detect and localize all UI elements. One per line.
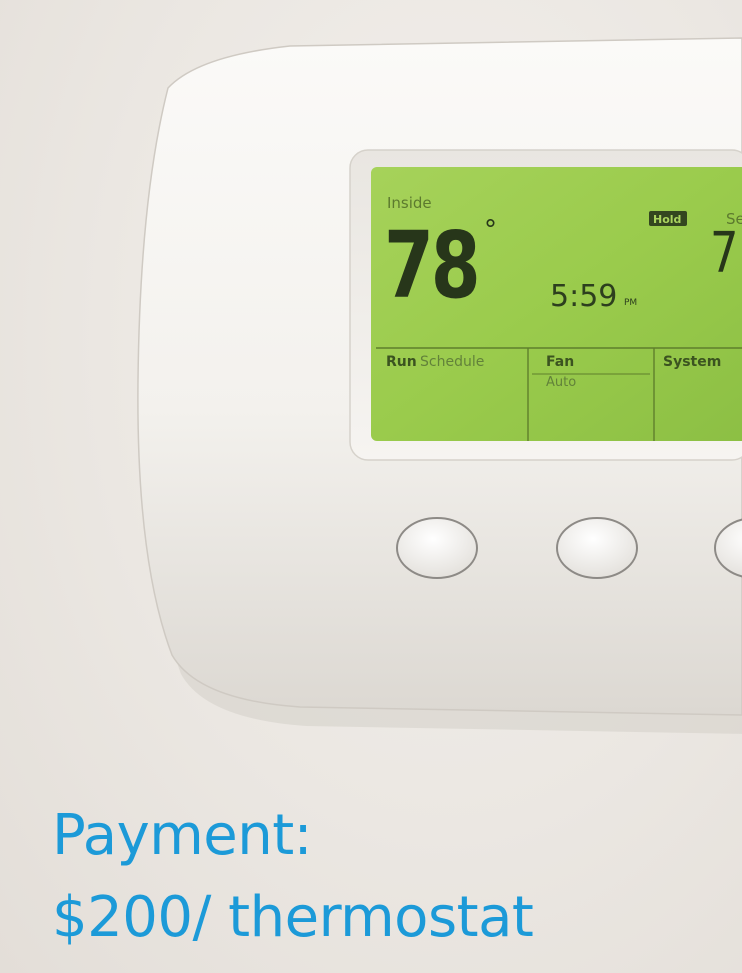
run-label: Run	[386, 354, 417, 370]
caption-line-2: $200/ thermostat	[52, 885, 534, 950]
system-label: System	[663, 354, 721, 370]
clock-pm: PM	[624, 298, 637, 308]
degree-symbol: °	[484, 215, 497, 245]
schedule-label: Schedule	[420, 354, 484, 370]
hold-badge-text: Hold	[653, 213, 681, 226]
inside-temperature: 78	[384, 212, 478, 319]
caption-line-1: Payment:	[52, 803, 313, 868]
clock-time: 5:59	[550, 279, 617, 314]
thermostat-button-2	[556, 517, 638, 579]
fan-label: Fan	[546, 354, 574, 370]
fan-value: Auto	[546, 375, 576, 390]
payment-caption: Payment: $200/ thermostat	[52, 795, 712, 959]
thermostat-button-1	[396, 517, 478, 579]
inside-label: Inside	[387, 194, 432, 212]
setpoint-temperature-partial: 7	[710, 220, 739, 285]
